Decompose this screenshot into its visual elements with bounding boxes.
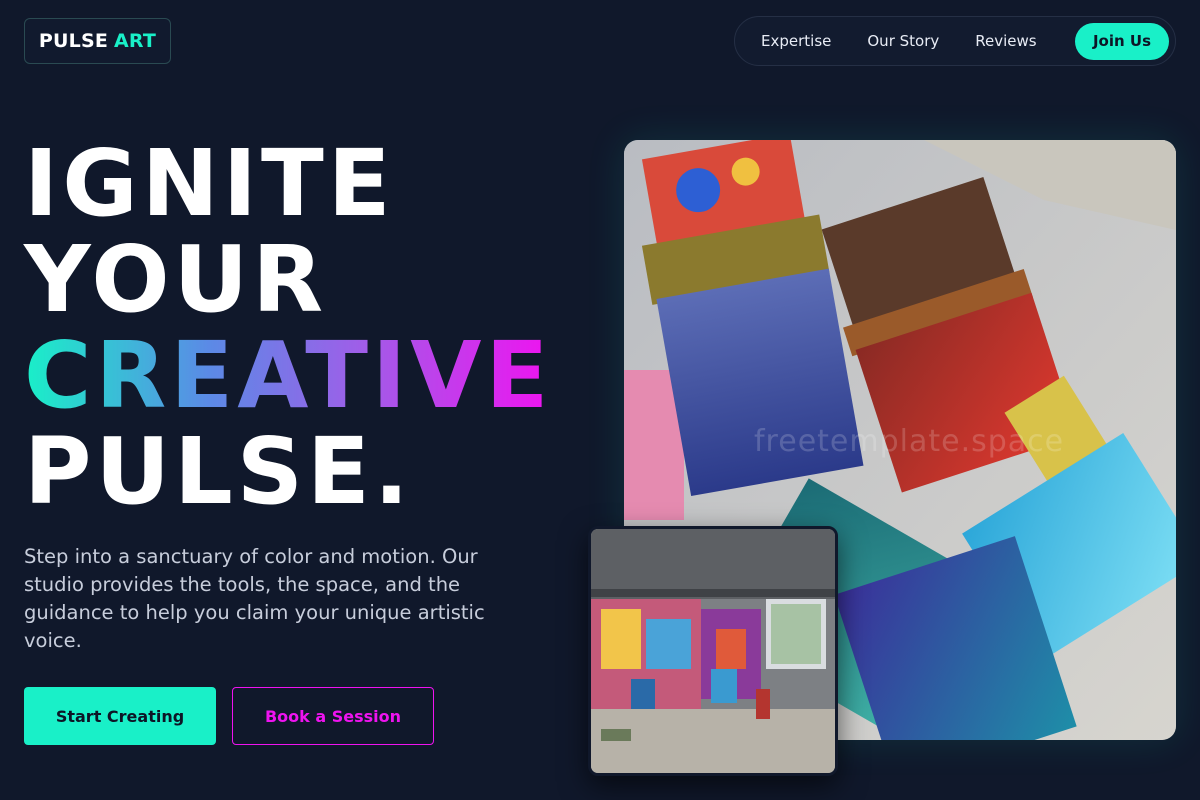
headline-line-1: IGNITE [24,130,395,237]
brand-logo[interactable]: PULSE ART [24,18,171,64]
art-studio-illustration [591,529,835,773]
brand-name: PULSE [38,30,109,52]
main-nav: Expertise Our Story Reviews Join Us [734,16,1176,66]
image-watermark: freetemplate.space [754,424,1065,459]
nav-link-expertise[interactable]: Expertise [743,32,849,50]
nav-link-reviews[interactable]: Reviews [957,32,1054,50]
book-session-button[interactable]: Book a Session [232,687,434,745]
headline-line-2: YOUR [24,226,328,333]
headline-line-3-gradient: CREATIVE [24,322,553,429]
art-studio-image [588,526,838,776]
brand-accent: ART [114,30,157,52]
landing-page: PULSE ART Expertise Our Story Reviews Jo… [0,0,1200,800]
start-creating-button[interactable]: Start Creating [24,687,216,745]
headline-line-4: PULSE. [24,418,413,525]
hero-lead-text: Step into a sanctuary of color and motio… [24,545,485,652]
nav-link-our-story[interactable]: Our Story [849,32,957,50]
hero-headline: IGNITE YOUR CREATIVE PULSE. [24,136,552,520]
join-us-button[interactable]: Join Us [1075,22,1169,60]
